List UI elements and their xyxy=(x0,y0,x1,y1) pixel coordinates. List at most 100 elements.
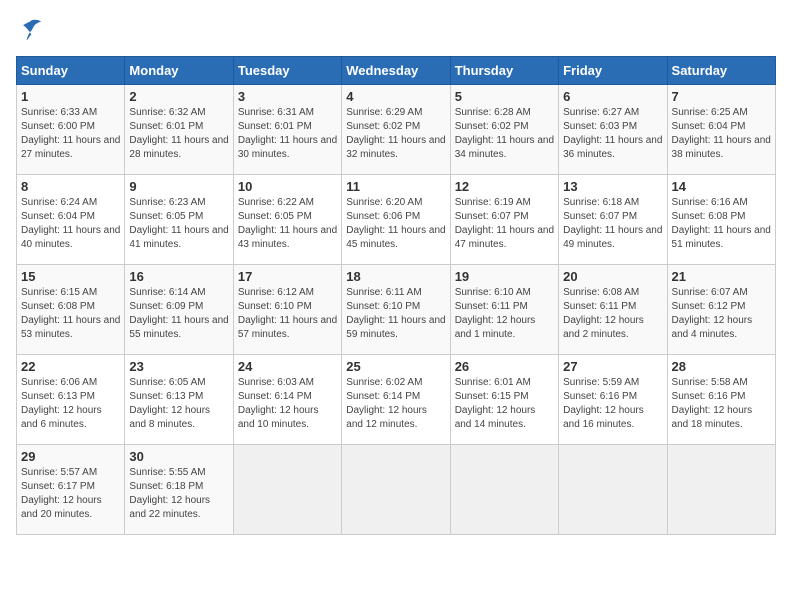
day-info: Sunrise: 6:10 AM Sunset: 6:11 PM Dayligh… xyxy=(455,286,554,342)
calendar-cell xyxy=(559,445,667,535)
calendar-cell: 4 Sunrise: 6:29 AM Sunset: 6:02 PM Daylig… xyxy=(342,85,450,175)
day-number: 17 xyxy=(238,269,337,284)
day-number: 8 xyxy=(21,179,120,194)
day-info: Sunrise: 6:22 AM Sunset: 6:05 PM Dayligh… xyxy=(238,196,337,252)
day-info: Sunrise: 6:33 AM Sunset: 6:00 PM Dayligh… xyxy=(21,106,120,162)
day-header-thursday: Thursday xyxy=(450,57,558,85)
calendar-cell xyxy=(342,445,450,535)
day-number: 29 xyxy=(21,449,120,464)
day-number: 20 xyxy=(563,269,662,284)
day-number: 23 xyxy=(129,359,228,374)
day-number: 11 xyxy=(346,179,445,194)
calendar-cell xyxy=(233,445,341,535)
day-info: Sunrise: 6:01 AM Sunset: 6:15 PM Dayligh… xyxy=(455,376,554,432)
day-number: 25 xyxy=(346,359,445,374)
day-info: Sunrise: 6:14 AM Sunset: 6:09 PM Dayligh… xyxy=(129,286,228,342)
calendar-cell: 29 Sunrise: 5:57 AM Sunset: 6:17 PM Dayli… xyxy=(17,445,125,535)
calendar-cell: 30 Sunrise: 5:55 AM Sunset: 6:18 PM Dayli… xyxy=(125,445,233,535)
day-info: Sunrise: 6:02 AM Sunset: 6:14 PM Dayligh… xyxy=(346,376,445,432)
day-number: 21 xyxy=(672,269,771,284)
calendar-cell: 8 Sunrise: 6:24 AM Sunset: 6:04 PM Daylig… xyxy=(17,175,125,265)
day-number: 2 xyxy=(129,89,228,104)
calendar-cell: 1 Sunrise: 6:33 AM Sunset: 6:00 PM Daylig… xyxy=(17,85,125,175)
day-number: 1 xyxy=(21,89,120,104)
calendar-row-3: 22 Sunrise: 6:06 AM Sunset: 6:13 PM Dayli… xyxy=(17,355,776,445)
day-header-friday: Friday xyxy=(559,57,667,85)
calendar-cell: 23 Sunrise: 6:05 AM Sunset: 6:13 PM Dayli… xyxy=(125,355,233,445)
calendar-row-2: 15 Sunrise: 6:15 AM Sunset: 6:08 PM Dayli… xyxy=(17,265,776,355)
day-info: Sunrise: 5:55 AM Sunset: 6:18 PM Dayligh… xyxy=(129,466,228,522)
day-number: 3 xyxy=(238,89,337,104)
day-header-tuesday: Tuesday xyxy=(233,57,341,85)
day-info: Sunrise: 6:07 AM Sunset: 6:12 PM Dayligh… xyxy=(672,286,771,342)
calendar-row-1: 8 Sunrise: 6:24 AM Sunset: 6:04 PM Daylig… xyxy=(17,175,776,265)
calendar-cell: 28Sunrise: 5:58 AM Sunset: 6:16 PM Dayli… xyxy=(667,355,775,445)
day-number: 10 xyxy=(238,179,337,194)
calendar-cell: 10 Sunrise: 6:22 AM Sunset: 6:05 PM Dayli… xyxy=(233,175,341,265)
calendar-cell: 15 Sunrise: 6:15 AM Sunset: 6:08 PM Dayli… xyxy=(17,265,125,355)
calendar-cell: 9 Sunrise: 6:23 AM Sunset: 6:05 PM Daylig… xyxy=(125,175,233,265)
calendar-cell: 16 Sunrise: 6:14 AM Sunset: 6:09 PM Dayli… xyxy=(125,265,233,355)
day-info: Sunrise: 6:31 AM Sunset: 6:01 PM Dayligh… xyxy=(238,106,337,162)
calendar-row-4: 29 Sunrise: 5:57 AM Sunset: 6:17 PM Dayli… xyxy=(17,445,776,535)
day-info: Sunrise: 6:08 AM Sunset: 6:11 PM Dayligh… xyxy=(563,286,662,342)
calendar-header-row: SundayMondayTuesdayWednesdayThursdayFrid… xyxy=(17,57,776,85)
calendar-cell: 22 Sunrise: 6:06 AM Sunset: 6:13 PM Dayli… xyxy=(17,355,125,445)
day-number: 27 xyxy=(563,359,662,374)
calendar-cell: 19 Sunrise: 6:10 AM Sunset: 6:11 PM Dayli… xyxy=(450,265,558,355)
day-number: 24 xyxy=(238,359,337,374)
day-info: Sunrise: 6:15 AM Sunset: 6:08 PM Dayligh… xyxy=(21,286,120,342)
day-header-monday: Monday xyxy=(125,57,233,85)
calendar-cell: 21 Sunrise: 6:07 AM Sunset: 6:12 PM Dayli… xyxy=(667,265,775,355)
day-info: Sunrise: 5:57 AM Sunset: 6:17 PM Dayligh… xyxy=(21,466,120,522)
day-info: Sunrise: 6:27 AM Sunset: 6:03 PM Dayligh… xyxy=(563,106,662,162)
day-info: Sunrise: 6:23 AM Sunset: 6:05 PM Dayligh… xyxy=(129,196,228,252)
calendar-cell xyxy=(667,445,775,535)
day-number: 9 xyxy=(129,179,228,194)
day-number: 13 xyxy=(563,179,662,194)
day-info: Sunrise: 6:03 AM Sunset: 6:14 PM Dayligh… xyxy=(238,376,337,432)
logo xyxy=(16,16,50,44)
page-header xyxy=(16,16,776,44)
calendar-cell: 20 Sunrise: 6:08 AM Sunset: 6:11 PM Dayli… xyxy=(559,265,667,355)
day-number: 7 xyxy=(672,89,771,104)
calendar-table: SundayMondayTuesdayWednesdayThursdayFrid… xyxy=(16,56,776,535)
day-info: Sunrise: 5:59 AM Sunset: 6:16 PM Dayligh… xyxy=(563,376,662,432)
calendar-cell: 18 Sunrise: 6:11 AM Sunset: 6:10 PM Dayli… xyxy=(342,265,450,355)
day-info: Sunrise: 6:06 AM Sunset: 6:13 PM Dayligh… xyxy=(21,376,120,432)
day-number: 6 xyxy=(563,89,662,104)
day-number: 30 xyxy=(129,449,228,464)
day-info: Sunrise: 6:29 AM Sunset: 6:02 PM Dayligh… xyxy=(346,106,445,162)
calendar-cell xyxy=(450,445,558,535)
day-number: 14 xyxy=(672,179,771,194)
calendar-cell: 2Sunrise: 6:32 AM Sunset: 6:01 PM Daylig… xyxy=(125,85,233,175)
day-info: Sunrise: 6:24 AM Sunset: 6:04 PM Dayligh… xyxy=(21,196,120,252)
calendar-cell: 24 Sunrise: 6:03 AM Sunset: 6:14 PM Dayli… xyxy=(233,355,341,445)
day-info: Sunrise: 6:12 AM Sunset: 6:10 PM Dayligh… xyxy=(238,286,337,342)
calendar-cell: 13Sunrise: 6:18 AM Sunset: 6:07 PM Dayli… xyxy=(559,175,667,265)
calendar-cell: 25 Sunrise: 6:02 AM Sunset: 6:14 PM Dayli… xyxy=(342,355,450,445)
calendar-cell: 6 Sunrise: 6:27 AM Sunset: 6:03 PM Daylig… xyxy=(559,85,667,175)
day-number: 22 xyxy=(21,359,120,374)
day-number: 5 xyxy=(455,89,554,104)
logo-bird-icon xyxy=(16,16,44,44)
day-info: Sunrise: 6:28 AM Sunset: 6:02 PM Dayligh… xyxy=(455,106,554,162)
day-number: 18 xyxy=(346,269,445,284)
calendar-cell: 7 Sunrise: 6:25 AM Sunset: 6:04 PM Daylig… xyxy=(667,85,775,175)
calendar-body: 1 Sunrise: 6:33 AM Sunset: 6:00 PM Daylig… xyxy=(17,85,776,535)
day-info: Sunrise: 6:25 AM Sunset: 6:04 PM Dayligh… xyxy=(672,106,771,162)
calendar-cell: 17 Sunrise: 6:12 AM Sunset: 6:10 PM Dayli… xyxy=(233,265,341,355)
day-info: Sunrise: 6:11 AM Sunset: 6:10 PM Dayligh… xyxy=(346,286,445,342)
day-number: 16 xyxy=(129,269,228,284)
day-info: Sunrise: 6:05 AM Sunset: 6:13 PM Dayligh… xyxy=(129,376,228,432)
day-number: 19 xyxy=(455,269,554,284)
calendar-cell: 12 Sunrise: 6:19 AM Sunset: 6:07 PM Dayli… xyxy=(450,175,558,265)
day-number: 26 xyxy=(455,359,554,374)
day-number: 15 xyxy=(21,269,120,284)
calendar-cell: 27 Sunrise: 5:59 AM Sunset: 6:16 PM Dayli… xyxy=(559,355,667,445)
day-number: 4 xyxy=(346,89,445,104)
day-header-sunday: Sunday xyxy=(17,57,125,85)
day-header-saturday: Saturday xyxy=(667,57,775,85)
day-number: 12 xyxy=(455,179,554,194)
day-info: Sunrise: 6:19 AM Sunset: 6:07 PM Dayligh… xyxy=(455,196,554,252)
